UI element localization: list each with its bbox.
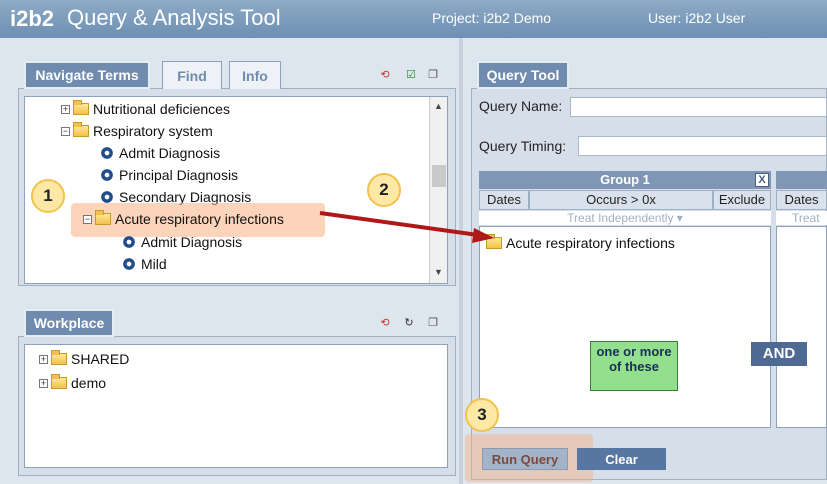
- tree-item-label: SHARED: [71, 351, 130, 367]
- concept-icon: [101, 169, 113, 181]
- scroll-down-icon[interactable]: ▼: [434, 267, 443, 277]
- tab-find[interactable]: Find: [162, 61, 222, 89]
- query-timing-select[interactable]: [578, 136, 827, 156]
- query-name-label: Query Name:: [479, 98, 563, 114]
- query-timing-label: Query Timing:: [479, 138, 567, 154]
- refresh-icon[interactable]: ⟲: [378, 68, 392, 82]
- concept-icon: [123, 258, 135, 270]
- group1-panel[interactable]: Acute respiratory infections one or more…: [479, 226, 771, 428]
- query-name-input[interactable]: [570, 97, 827, 117]
- scroll-thumb[interactable]: [432, 165, 446, 187]
- group2-timing-select[interactable]: Treat: [776, 211, 827, 225]
- group1-exclude-button[interactable]: Exclude: [713, 190, 771, 210]
- group2-header: [776, 171, 827, 189]
- app-header: i2b2 Query & Analysis Tool Project: i2b2…: [0, 0, 827, 38]
- step-badge-2: 2: [367, 173, 401, 207]
- window-icon[interactable]: ❐: [426, 68, 440, 82]
- tree-item-acute[interactable]: − Acute respiratory infections: [83, 210, 284, 227]
- navigate-scrollbar[interactable]: ▲ ▼: [429, 97, 447, 283]
- and-connector: AND: [751, 342, 807, 366]
- concept-icon: [101, 147, 113, 159]
- folder-icon: [486, 234, 502, 249]
- tree-item-label: Nutritional deficiences: [93, 101, 230, 117]
- tree-item-respiratory[interactable]: − Respiratory system: [61, 122, 213, 139]
- expand-icon[interactable]: +: [39, 378, 48, 388]
- step-badge-1: 1: [31, 179, 65, 213]
- group1-item-label: Acute respiratory infections: [506, 235, 675, 251]
- group1-timing-select[interactable]: Treat Independently ▾: [479, 211, 771, 225]
- collapse-icon[interactable]: −: [83, 214, 92, 224]
- tree-item-label: demo: [71, 375, 107, 391]
- folder-icon: [73, 122, 89, 137]
- project-label: Project: i2b2 Demo: [432, 10, 552, 26]
- tree-item-admit[interactable]: Admit Diagnosis: [101, 145, 220, 161]
- run-query-button[interactable]: Run Query: [482, 448, 568, 470]
- callout-note: one or more of these: [590, 341, 678, 391]
- expand-icon[interactable]: +: [39, 354, 48, 364]
- tree-item-label: Acute respiratory infections: [115, 211, 284, 227]
- expand-icon[interactable]: +: [61, 104, 70, 114]
- tree-item-nutritional[interactable]: + Nutritional deficiences: [61, 100, 230, 117]
- tree-item-principal[interactable]: Principal Diagnosis: [101, 167, 238, 183]
- step-badge-3: 3: [465, 398, 499, 432]
- group2-panel[interactable]: [776, 226, 827, 428]
- window-icon[interactable]: ❐: [426, 316, 440, 330]
- tree-item-label: Principal Diagnosis: [119, 167, 239, 183]
- folder-icon: [51, 374, 67, 389]
- group2-dates-button[interactable]: Dates: [776, 190, 827, 210]
- folder-icon: [73, 100, 89, 115]
- tab-workplace[interactable]: Workplace: [24, 309, 114, 337]
- refresh-icon[interactable]: ⟲: [378, 316, 392, 330]
- collapse-icon[interactable]: −: [61, 126, 70, 136]
- tree-item-demo[interactable]: + demo: [39, 374, 107, 391]
- check-icon[interactable]: ☑: [404, 68, 418, 82]
- close-icon[interactable]: X: [755, 173, 769, 187]
- workplace-tree: + SHARED + demo: [24, 344, 448, 468]
- group1-occurs-button[interactable]: Occurs > 0x: [529, 190, 713, 210]
- tab-query-tool[interactable]: Query Tool: [477, 61, 569, 89]
- group1-item[interactable]: Acute respiratory infections: [486, 234, 675, 251]
- user-label: User: i2b2 User: [648, 10, 746, 26]
- tab-info[interactable]: Info: [229, 61, 281, 89]
- group1-header: Group 1: [479, 171, 771, 189]
- reload-icon[interactable]: ↻: [402, 316, 416, 330]
- panel-splitter[interactable]: [459, 38, 463, 484]
- group1-dates-button[interactable]: Dates: [479, 190, 529, 210]
- tree-item-label: Mild: [141, 256, 167, 272]
- concept-icon: [101, 191, 113, 203]
- tree-item-admit-2[interactable]: Admit Diagnosis: [123, 234, 242, 250]
- app-logo: i2b2: [10, 6, 55, 31]
- tree-item-shared[interactable]: + SHARED: [39, 350, 130, 367]
- tree-item-label: Admit Diagnosis: [119, 145, 221, 161]
- folder-icon: [95, 210, 111, 225]
- scroll-up-icon[interactable]: ▲: [434, 101, 443, 111]
- clear-button[interactable]: Clear: [577, 448, 666, 470]
- app-title: Query & Analysis Tool: [67, 5, 281, 30]
- tree-item-mild[interactable]: Mild: [123, 256, 167, 272]
- tab-navigate-terms[interactable]: Navigate Terms: [24, 61, 150, 89]
- timing-label: Treat Independently: [567, 211, 674, 225]
- concept-icon: [123, 236, 135, 248]
- tree-item-label: Admit Diagnosis: [141, 234, 243, 250]
- tree-item-label: Respiratory system: [93, 123, 213, 139]
- folder-icon: [51, 350, 67, 365]
- group1-title: Group 1: [600, 172, 650, 187]
